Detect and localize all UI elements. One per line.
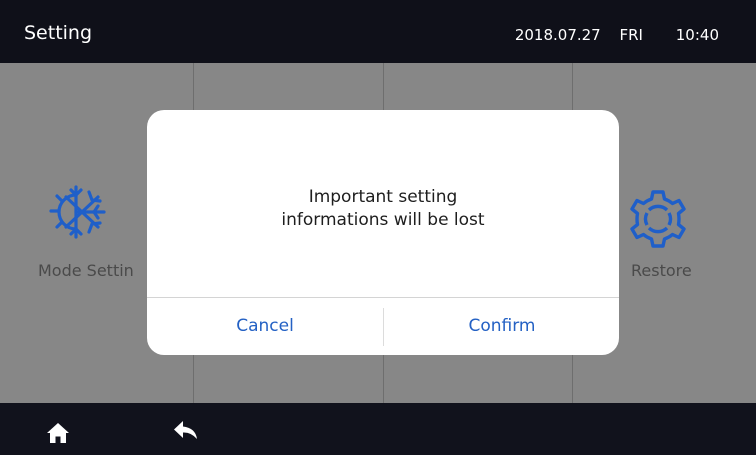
- home-icon[interactable]: [46, 421, 70, 445]
- dialog-message-line: informations will be lost: [281, 210, 485, 230]
- snowflake-icon: [48, 181, 108, 253]
- back-arrow-icon[interactable]: [172, 420, 200, 442]
- confirm-button[interactable]: Confirm: [384, 298, 619, 355]
- confirm-dialog: Important setting informations will be l…: [147, 110, 619, 355]
- restore-label: Restore: [631, 261, 692, 280]
- bottom-bar: [0, 403, 756, 455]
- status-clock: 2018.07.27 FRI 10:40: [515, 26, 719, 44]
- time-text: 10:40: [675, 26, 719, 44]
- cancel-button[interactable]: Cancel: [147, 298, 383, 355]
- day-text: FRI: [619, 26, 643, 44]
- gear-icon: [627, 188, 689, 254]
- top-bar: Setting 2018.07.27 FRI 10:40: [0, 0, 756, 63]
- date-text: 2018.07.27: [514, 26, 601, 44]
- page-title: Setting: [24, 22, 93, 44]
- mode-setting-label: Mode Settin: [38, 261, 134, 280]
- dialog-message: Important setting informations will be l…: [147, 186, 619, 232]
- dialog-message-line: Important setting: [308, 187, 458, 207]
- setting-screen: Setting 2018.07.27 FRI 10:40 Mode Settin…: [0, 0, 756, 455]
